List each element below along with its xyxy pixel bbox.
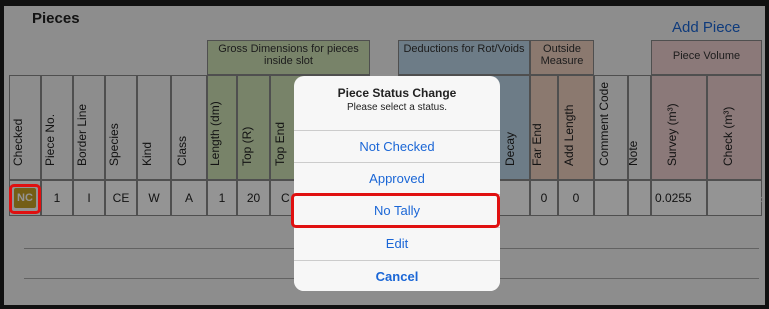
option-approved[interactable]: Approved <box>294 162 500 193</box>
status-dialog: Piece Status Change Please select a stat… <box>294 76 500 291</box>
option-not-checked[interactable]: Not Checked <box>294 130 500 161</box>
dialog-title: Piece Status Change <box>337 86 457 100</box>
highlight-box <box>9 184 41 214</box>
option-edit[interactable]: Edit <box>294 227 500 258</box>
pieces-screen: Pieces Add Piece Gross Dimensions for pi… <box>4 6 765 305</box>
chevron-right-icon: › <box>760 191 765 206</box>
cancel-button[interactable]: Cancel <box>294 260 500 291</box>
highlight-box <box>291 193 500 228</box>
dialog-subtitle: Please select a status. <box>346 102 448 113</box>
